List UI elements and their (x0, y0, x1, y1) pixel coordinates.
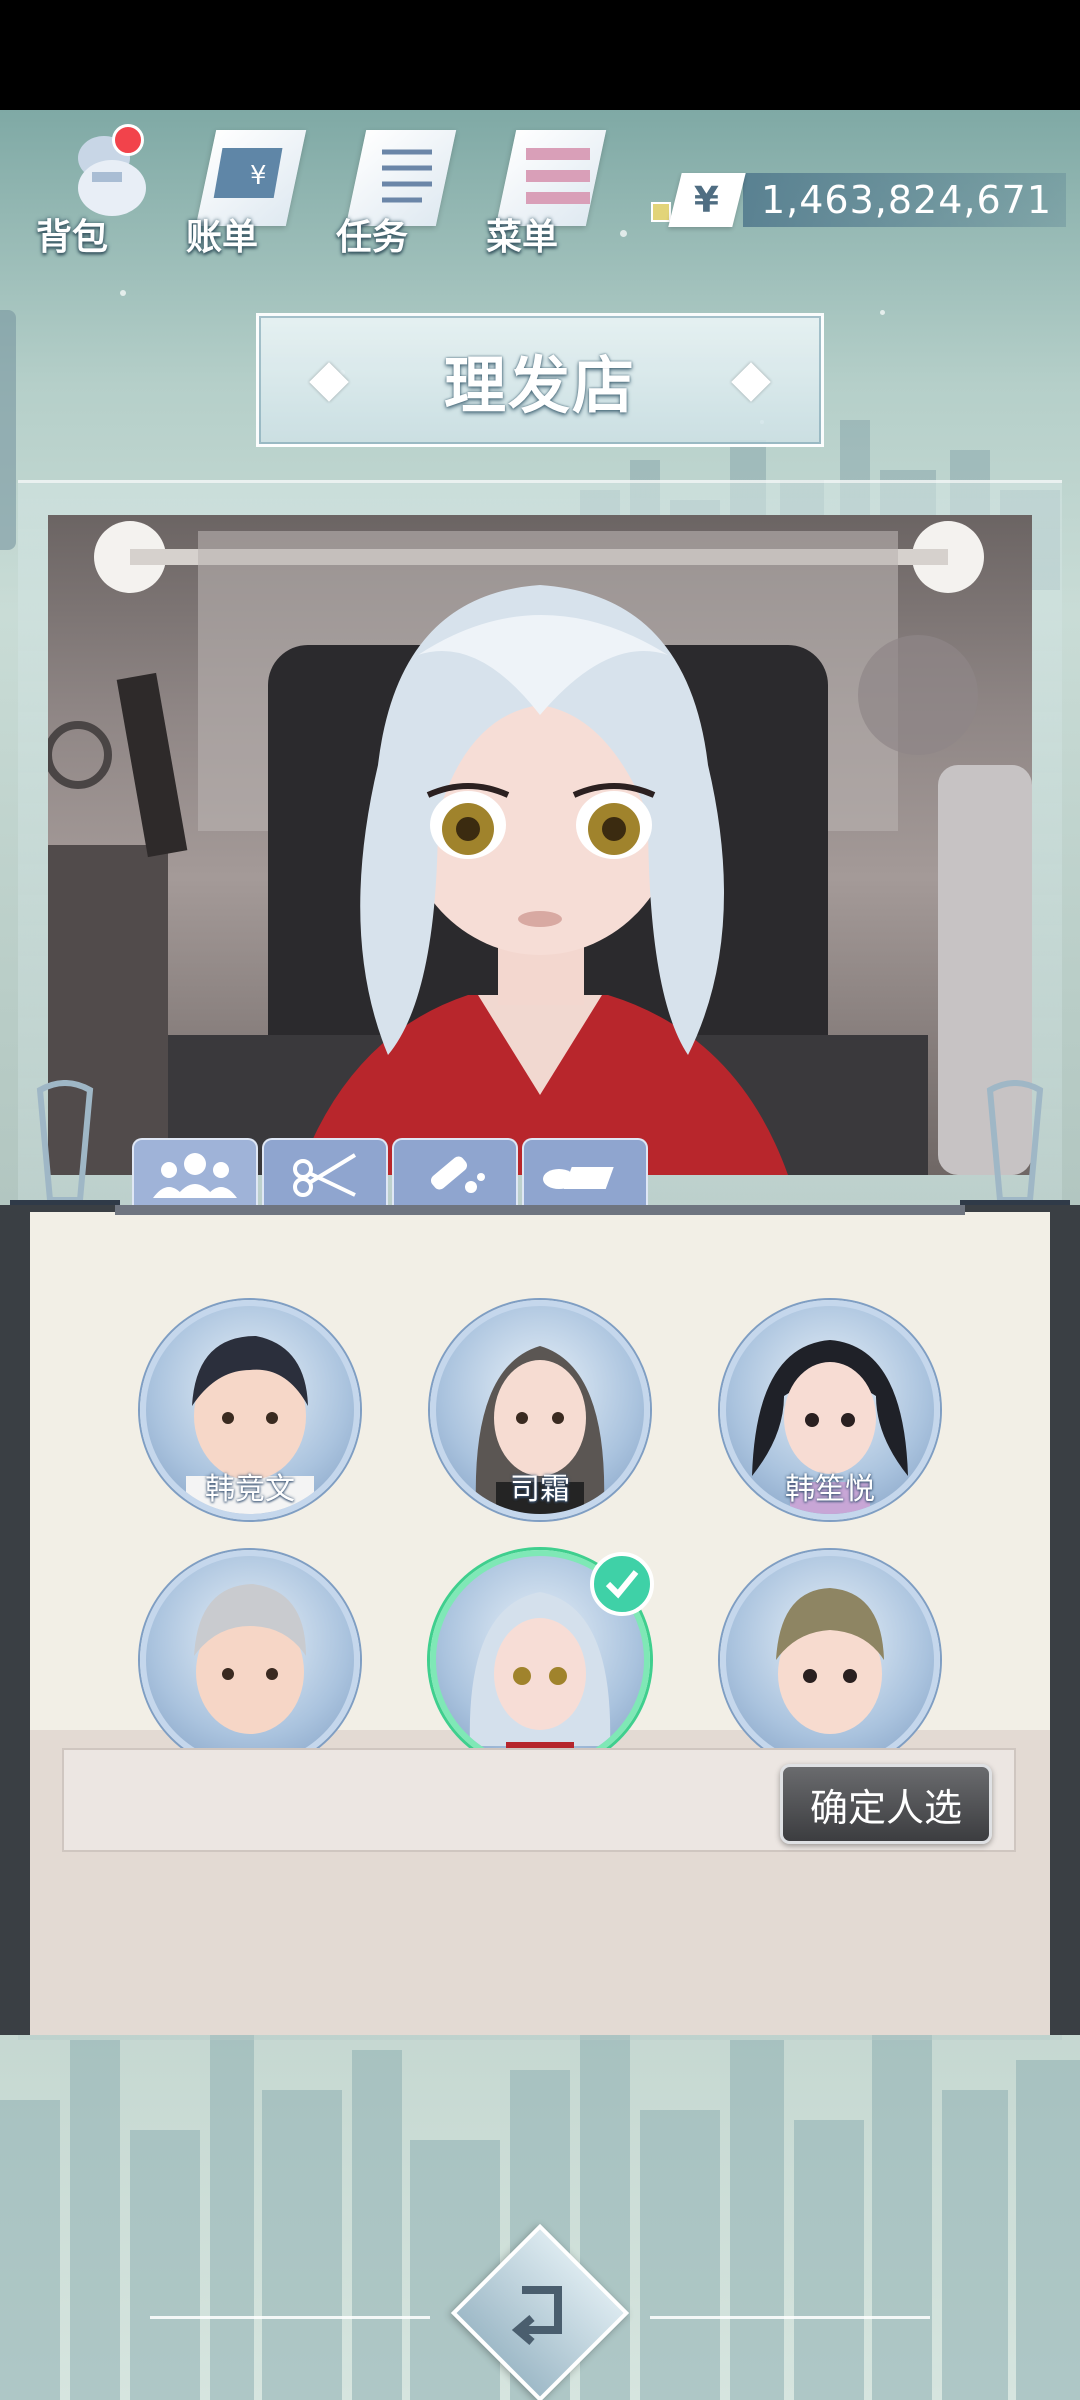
character-card-3[interactable]: 韩笙悦 (720, 1300, 940, 1520)
character-card-1[interactable]: 韩竞文 (140, 1300, 360, 1520)
diamond-ornament-right (731, 362, 771, 402)
tab-characters[interactable] (132, 1138, 258, 1210)
people-icon (153, 1153, 237, 1198)
avatar (140, 1550, 360, 1770)
menu-task-button[interactable]: 任务 (326, 120, 457, 260)
menu-menu-label: 菜单 (486, 217, 559, 258)
selected-check-icon (590, 1552, 654, 1616)
character-preview (48, 515, 1032, 1175)
category-tabs (132, 1138, 648, 1210)
scissors-icon (293, 1153, 357, 1197)
notification-badge (112, 124, 144, 156)
tab-haircut[interactable] (262, 1138, 388, 1210)
menu-bill-label: 账单 (186, 217, 259, 258)
yen-symbol: ¥ (694, 179, 720, 221)
back-divider-right (650, 2316, 930, 2319)
menu-menu-button[interactable]: 菜单 (476, 120, 607, 260)
tab-hair-dye[interactable] (392, 1138, 518, 1210)
currency-display: ¥ 1,463,824,671 (650, 170, 1066, 230)
diamond-ornament-left (309, 362, 349, 402)
coin-marker (650, 202, 671, 222)
confirm-selection-button[interactable]: 确定人选 (780, 1764, 992, 1844)
shop-title-plate: 理发店 (256, 313, 824, 447)
character-card-4[interactable] (140, 1550, 360, 1770)
avatar (720, 1550, 940, 1770)
avatar: 司霜 (430, 1300, 650, 1520)
character-name: 韩竞文 (205, 1472, 295, 1507)
menu-bill-button[interactable]: ¥ 账单 (176, 120, 307, 260)
top-menu: 背包 ¥ 账单 任务 菜单 (26, 120, 607, 260)
accessory-icon (543, 1167, 614, 1189)
status-bar (0, 0, 1080, 110)
dye-icon (430, 1156, 485, 1193)
character-name: 韩笙悦 (785, 1472, 875, 1507)
tab-underline (115, 1205, 965, 1215)
yen-icon: ¥ (668, 173, 746, 227)
male-avatar-illustration (194, 1584, 306, 1734)
tab-accessories[interactable] (522, 1138, 648, 1210)
page-title: 理发店 (443, 349, 636, 422)
barbershop-scene-illustration (48, 521, 1032, 1175)
menu-task-label: 任务 (336, 217, 409, 258)
character-card-6[interactable] (720, 1550, 940, 1770)
back-divider-left (150, 2316, 430, 2319)
svg-text:¥: ¥ (250, 161, 267, 191)
avatar: 韩笙悦 (720, 1300, 940, 1520)
sparkle (880, 310, 885, 315)
back-arrow-icon[interactable] (498, 2270, 582, 2354)
character-name: 司霜 (510, 1472, 570, 1507)
avatar: 韩竞文 (140, 1300, 360, 1520)
menu-bag-button[interactable]: 背包 (26, 120, 146, 260)
sparkle (120, 290, 126, 296)
character-card-2[interactable]: 司霜 (430, 1300, 650, 1520)
male-avatar-illustration (776, 1588, 884, 1734)
side-drawer-handle[interactable] (0, 310, 16, 550)
menu-bag-label: 背包 (36, 217, 109, 258)
amount-bar: 1,463,824,671 (742, 173, 1066, 227)
confirm-bar: 确定人选 (62, 1748, 1016, 1852)
sparkle (620, 230, 627, 237)
currency-amount: 1,463,824,671 (760, 178, 1052, 222)
character-card-5[interactable] (430, 1550, 654, 1770)
